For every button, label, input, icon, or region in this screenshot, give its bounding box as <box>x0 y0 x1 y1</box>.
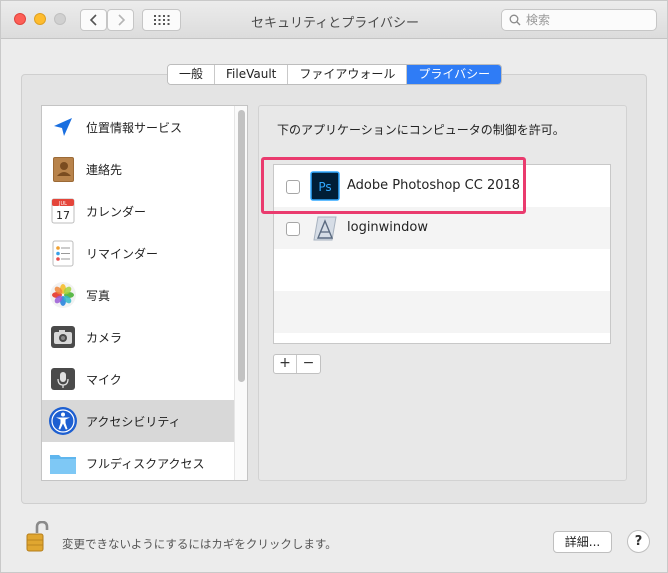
sidebar-item-full-disk-access[interactable]: フルディスクアクセス <box>42 442 234 480</box>
calendar-icon: JUL 17 <box>51 198 75 224</box>
sidebar-item-label: カレンダー <box>86 205 147 219</box>
search-icon <box>509 14 521 26</box>
app-label: Adobe Photoshop CC 2018 <box>347 178 521 193</box>
app-label: loginwindow <box>347 220 428 235</box>
photoshop-icon-text: Ps <box>318 180 331 194</box>
sidebar-item-calendar[interactable]: JUL 17 カレンダー <box>42 190 234 232</box>
sidebar-item-label: フルディスクアクセス <box>86 457 205 471</box>
app-checkbox[interactable] <box>286 222 300 236</box>
app-checkbox[interactable] <box>286 180 300 194</box>
add-app-button[interactable]: + <box>274 355 297 373</box>
empty-row <box>274 249 610 291</box>
window-title: セキュリティとプライバシー <box>251 16 419 31</box>
back-button[interactable] <box>80 9 107 31</box>
tab-bar: 一般 FileVault ファイアウォール プライバシー <box>167 64 503 85</box>
sidebar-item-label: 写真 <box>86 289 111 303</box>
sidebar-item-label: マイク <box>86 373 122 387</box>
tab-firewall[interactable]: ファイアウォール <box>288 65 408 84</box>
lock-icon[interactable] <box>25 521 49 553</box>
search-field[interactable] <box>501 9 657 31</box>
folder-icon <box>50 455 76 474</box>
calendar-day: 17 <box>56 209 70 222</box>
camera-icon <box>51 326 75 348</box>
tab-filevault[interactable]: FileVault <box>215 65 289 84</box>
empty-row <box>274 291 610 333</box>
minimize-window-button[interactable] <box>34 13 46 25</box>
app-row-photoshop[interactable]: Ps Adobe Photoshop CC 2018 <box>274 165 610 207</box>
reminders-icon <box>52 240 74 267</box>
sidebar-item-label: アクセシビリティ <box>86 415 181 429</box>
scrollbar-thumb[interactable] <box>238 110 245 382</box>
zoom-window-button[interactable] <box>54 13 66 25</box>
panel-caption: 下のアプリケーションにコンピュータの制御を許可。 <box>277 123 565 137</box>
microphone-icon <box>51 368 75 390</box>
sidebar-item-photos[interactable]: 写真 <box>42 274 234 316</box>
add-remove-buttons: + − <box>273 354 321 374</box>
sidebar-item-microphone[interactable]: マイク <box>42 358 234 400</box>
tab-privacy[interactable]: プライバシー <box>407 65 502 84</box>
forward-button[interactable] <box>107 9 134 31</box>
sidebar-item-camera[interactable]: カメラ <box>42 316 234 358</box>
lock-hint-text: 変更できないようにするにはカギをクリックします。 <box>62 537 337 551</box>
help-button[interactable]: ? <box>627 530 650 553</box>
calendar-month: JUL <box>58 201 67 207</box>
close-window-button[interactable] <box>14 13 26 25</box>
chevron-right-icon <box>117 14 125 26</box>
accessibility-icon <box>49 407 77 435</box>
location-arrow-icon <box>54 118 72 136</box>
sidebar-item-label: 位置情報サービス <box>86 121 183 135</box>
sidebar-item-accessibility[interactable]: アクセシビリティ <box>42 400 234 442</box>
preferences-window: セキュリティとプライバシー 一般 FileVault ファイアウォール プライバ… <box>0 0 668 573</box>
details-button[interactable]: 詳細... <box>553 531 612 553</box>
sidebar-item-contacts[interactable]: 連絡先 <box>42 148 234 190</box>
sidebar-item-label: カメラ <box>86 331 123 345</box>
app-row-loginwindow[interactable]: loginwindow <box>274 207 610 249</box>
photos-icon <box>50 282 76 308</box>
sidebar-item-label: リマインダー <box>86 247 159 261</box>
sidebar-item-label: 連絡先 <box>86 163 123 177</box>
chevron-left-icon <box>89 14 97 26</box>
grid-icon <box>153 15 169 25</box>
photoshop-icon: Ps <box>310 171 340 201</box>
sidebar-item-location[interactable]: 位置情報サービス <box>42 106 234 148</box>
show-all-button[interactable] <box>142 9 181 31</box>
search-input[interactable] <box>526 12 652 28</box>
contacts-book-icon <box>53 157 74 182</box>
tab-general[interactable]: 一般 <box>168 65 216 84</box>
app-list: Ps Adobe Photoshop CC 2018 loginwindow <box>273 164 611 344</box>
sidebar-item-reminders[interactable]: リマインダー <box>42 232 234 274</box>
privacy-category-list: 位置情報サービス 連絡先 JUL 17 カレンダー リマインダー 写真 カメラ … <box>41 105 248 481</box>
remove-app-button[interactable]: − <box>297 355 320 373</box>
loginwindow-icon <box>313 216 337 241</box>
sidebar-scrollbar[interactable] <box>234 106 247 480</box>
title-bar: セキュリティとプライバシー <box>1 1 667 39</box>
